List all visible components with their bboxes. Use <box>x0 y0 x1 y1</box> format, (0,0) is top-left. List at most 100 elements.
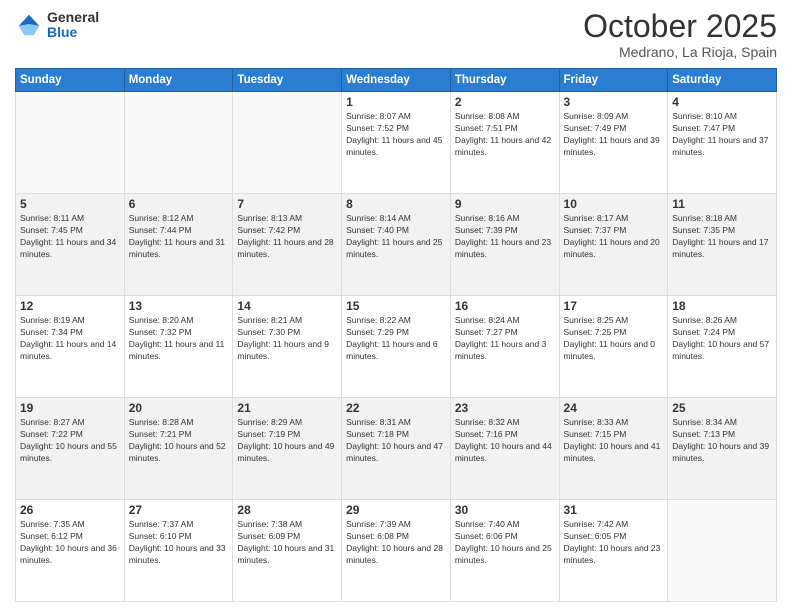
day-info: Sunrise: 8:27 AMSunset: 7:22 PMDaylight:… <box>20 417 120 465</box>
day-info: Sunrise: 8:19 AMSunset: 7:34 PMDaylight:… <box>20 315 120 363</box>
logo-text: General Blue <box>47 10 99 41</box>
day-number: 22 <box>346 401 446 415</box>
day-info: Sunrise: 8:09 AMSunset: 7:49 PMDaylight:… <box>564 111 664 159</box>
calendar-cell: 8 Sunrise: 8:14 AMSunset: 7:40 PMDaylight… <box>342 194 451 296</box>
logo-general: General <box>47 10 99 25</box>
day-info: Sunrise: 8:26 AMSunset: 7:24 PMDaylight:… <box>672 315 772 363</box>
day-info: Sunrise: 8:11 AMSunset: 7:45 PMDaylight:… <box>20 213 120 261</box>
calendar-cell: 19 Sunrise: 8:27 AMSunset: 7:22 PMDayligh… <box>16 398 125 500</box>
day-info: Sunrise: 8:25 AMSunset: 7:25 PMDaylight:… <box>564 315 664 363</box>
day-header-sunday: Sunday <box>16 69 125 92</box>
day-number: 14 <box>237 299 337 313</box>
calendar-cell: 1 Sunrise: 8:07 AMSunset: 7:52 PMDaylight… <box>342 92 451 194</box>
day-number: 10 <box>564 197 664 211</box>
day-number: 8 <box>346 197 446 211</box>
day-info: Sunrise: 8:20 AMSunset: 7:32 PMDaylight:… <box>129 315 229 363</box>
day-info: Sunrise: 8:16 AMSunset: 7:39 PMDaylight:… <box>455 213 555 261</box>
calendar-cell: 26 Sunrise: 7:35 AMSunset: 6:12 PMDayligh… <box>16 500 125 602</box>
day-number: 30 <box>455 503 555 517</box>
calendar-cell: 20Sunrise: 8:28 AMSunset: 7:21 PMDayligh… <box>124 398 233 500</box>
day-number: 12 <box>20 299 120 313</box>
day-number: 2 <box>455 95 555 109</box>
calendar-cell: 11 Sunrise: 8:18 AMSunset: 7:35 PMDayligh… <box>668 194 777 296</box>
calendar-cell: 28 Sunrise: 7:38 AMSunset: 6:09 PMDayligh… <box>233 500 342 602</box>
calendar-cell: 31 Sunrise: 7:42 AMSunset: 6:05 PMDayligh… <box>559 500 668 602</box>
calendar-cell <box>16 92 125 194</box>
calendar-cell: 18Sunrise: 8:26 AMSunset: 7:24 PMDayligh… <box>668 296 777 398</box>
calendar-cell: 25 Sunrise: 8:34 AMSunset: 7:13 PMDayligh… <box>668 398 777 500</box>
day-header-tuesday: Tuesday <box>233 69 342 92</box>
calendar-cell: 30Sunrise: 7:40 AMSunset: 6:06 PMDayligh… <box>450 500 559 602</box>
day-info: Sunrise: 8:07 AMSunset: 7:52 PMDaylight:… <box>346 111 446 159</box>
page: General Blue October 2025 Medrano, La Ri… <box>0 0 792 612</box>
day-number: 5 <box>20 197 120 211</box>
calendar-cell: 27 Sunrise: 7:37 AMSunset: 6:10 PMDayligh… <box>124 500 233 602</box>
day-number: 21 <box>237 401 337 415</box>
day-number: 31 <box>564 503 664 517</box>
calendar-cell <box>124 92 233 194</box>
day-number: 11 <box>672 197 772 211</box>
day-info: Sunrise: 8:17 AMSunset: 7:37 PMDaylight:… <box>564 213 664 261</box>
calendar-week-4: 19 Sunrise: 8:27 AMSunset: 7:22 PMDayligh… <box>16 398 777 500</box>
day-number: 26 <box>20 503 120 517</box>
calendar-cell: 5 Sunrise: 8:11 AMSunset: 7:45 PMDaylight… <box>16 194 125 296</box>
day-info: Sunrise: 7:38 AMSunset: 6:09 PMDaylight:… <box>237 519 337 567</box>
calendar-cell: 3 Sunrise: 8:09 AMSunset: 7:49 PMDaylight… <box>559 92 668 194</box>
day-info: Sunrise: 8:24 AMSunset: 7:27 PMDaylight:… <box>455 315 555 363</box>
day-number: 28 <box>237 503 337 517</box>
calendar-cell: 2 Sunrise: 8:08 AMSunset: 7:51 PMDaylight… <box>450 92 559 194</box>
day-info: Sunrise: 8:33 AMSunset: 7:15 PMDaylight:… <box>564 417 664 465</box>
day-header-saturday: Saturday <box>668 69 777 92</box>
day-info: Sunrise: 8:18 AMSunset: 7:35 PMDaylight:… <box>672 213 772 261</box>
day-info: Sunrise: 7:39 AMSunset: 6:08 PMDaylight:… <box>346 519 446 567</box>
calendar-cell: 9 Sunrise: 8:16 AMSunset: 7:39 PMDaylight… <box>450 194 559 296</box>
calendar-cell: 22Sunrise: 8:31 AMSunset: 7:18 PMDayligh… <box>342 398 451 500</box>
day-info: Sunrise: 7:37 AMSunset: 6:10 PMDaylight:… <box>129 519 229 567</box>
header: General Blue October 2025 Medrano, La Ri… <box>15 10 777 60</box>
day-info: Sunrise: 7:35 AMSunset: 6:12 PMDaylight:… <box>20 519 120 567</box>
day-info: Sunrise: 8:08 AMSunset: 7:51 PMDaylight:… <box>455 111 555 159</box>
day-number: 1 <box>346 95 446 109</box>
calendar-cell: 14 Sunrise: 8:21 AMSunset: 7:30 PMDayligh… <box>233 296 342 398</box>
day-info: Sunrise: 7:42 AMSunset: 6:05 PMDaylight:… <box>564 519 664 567</box>
day-number: 25 <box>672 401 772 415</box>
day-number: 24 <box>564 401 664 415</box>
calendar-cell: 4 Sunrise: 8:10 AMSunset: 7:47 PMDaylight… <box>668 92 777 194</box>
calendar-cell: 23 Sunrise: 8:32 AMSunset: 7:16 PMDayligh… <box>450 398 559 500</box>
day-info: Sunrise: 8:13 AMSunset: 7:42 PMDaylight:… <box>237 213 337 261</box>
month-title: October 2025 <box>583 10 777 42</box>
day-number: 19 <box>20 401 120 415</box>
day-number: 23 <box>455 401 555 415</box>
day-info: Sunrise: 8:14 AMSunset: 7:40 PMDaylight:… <box>346 213 446 261</box>
calendar-cell: 13 Sunrise: 8:20 AMSunset: 7:32 PMDayligh… <box>124 296 233 398</box>
logo-icon <box>15 11 43 39</box>
logo-blue: Blue <box>47 25 99 40</box>
day-number: 9 <box>455 197 555 211</box>
day-info: Sunrise: 8:32 AMSunset: 7:16 PMDaylight:… <box>455 417 555 465</box>
logo: General Blue <box>15 10 99 41</box>
calendar-cell: 29 Sunrise: 7:39 AMSunset: 6:08 PMDayligh… <box>342 500 451 602</box>
title-block: October 2025 Medrano, La Rioja, Spain <box>583 10 777 60</box>
location: Medrano, La Rioja, Spain <box>583 44 777 60</box>
day-info: Sunrise: 8:34 AMSunset: 7:13 PMDaylight:… <box>672 417 772 465</box>
calendar-cell: 10 Sunrise: 8:17 AMSunset: 7:37 PMDayligh… <box>559 194 668 296</box>
day-header-monday: Monday <box>124 69 233 92</box>
day-header-wednesday: Wednesday <box>342 69 451 92</box>
calendar-cell: 6Sunrise: 8:12 AMSunset: 7:44 PMDaylight… <box>124 194 233 296</box>
calendar-cell: 15Sunrise: 8:22 AMSunset: 7:29 PMDayligh… <box>342 296 451 398</box>
calendar-cell <box>233 92 342 194</box>
day-number: 7 <box>237 197 337 211</box>
calendar-cell: 21 Sunrise: 8:29 AMSunset: 7:19 PMDayligh… <box>233 398 342 500</box>
day-number: 15 <box>346 299 446 313</box>
day-info: Sunrise: 8:21 AMSunset: 7:30 PMDaylight:… <box>237 315 337 363</box>
day-number: 29 <box>346 503 446 517</box>
day-info: Sunrise: 8:10 AMSunset: 7:47 PMDaylight:… <box>672 111 772 159</box>
day-header-thursday: Thursday <box>450 69 559 92</box>
day-number: 4 <box>672 95 772 109</box>
day-number: 13 <box>129 299 229 313</box>
day-info: Sunrise: 8:29 AMSunset: 7:19 PMDaylight:… <box>237 417 337 465</box>
day-number: 3 <box>564 95 664 109</box>
day-number: 27 <box>129 503 229 517</box>
day-info: Sunrise: 8:28 AMSunset: 7:21 PMDaylight:… <box>129 417 229 465</box>
calendar-week-1: 1 Sunrise: 8:07 AMSunset: 7:52 PMDaylight… <box>16 92 777 194</box>
